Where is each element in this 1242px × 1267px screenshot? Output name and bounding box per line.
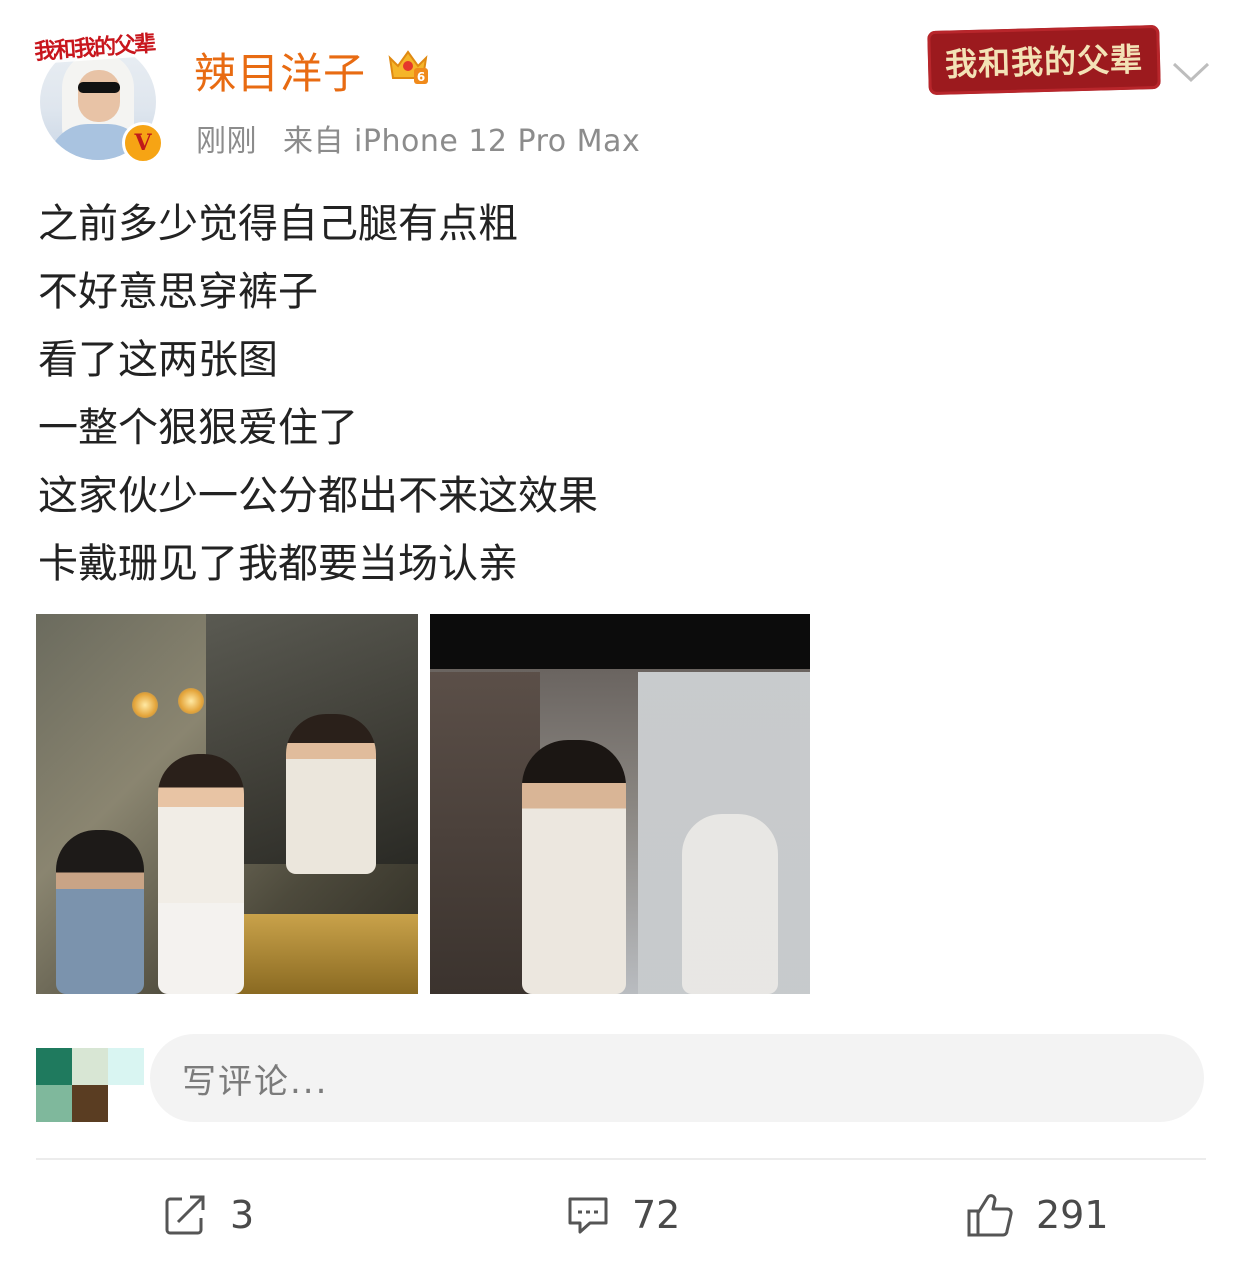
current-user-avatar <box>36 1048 146 1122</box>
verified-badge: V <box>122 122 164 164</box>
author-name[interactable]: 辣目洋子 <box>194 40 366 101</box>
post-text-line: 一整个狠狠爱住了 <box>38 405 358 451</box>
post-text-line: 看了这两张图 <box>38 337 278 383</box>
crown-icon[interactable]: 6 <box>386 44 430 88</box>
avatar-banner-text: 我和我的父辈 <box>29 25 159 65</box>
divider <box>36 1158 1206 1160</box>
post-text: 之前多少觉得自己腿有点粗 不好意思穿裤子 看了这两张图 一整个狠狠爱住了 这家伙… <box>38 190 1188 598</box>
post-text-line: 不好意思穿裤子 <box>38 269 318 315</box>
chevron-down-icon[interactable] <box>1168 56 1214 86</box>
weibo-post-card: 我和我的父辈 V 辣目洋子 6 刚刚 来自 iPhone 12 Pro Max 我… <box>0 0 1242 1267</box>
post-time: 刚刚 <box>196 124 257 159</box>
comment-icon <box>568 1197 608 1234</box>
campaign-banner[interactable]: 我和我的父辈 <box>927 24 1161 96</box>
post-image-2[interactable] <box>430 614 810 994</box>
post-source: 来自 iPhone 12 Pro Max <box>283 124 641 159</box>
post-text-line: 这家伙少一公分都出不来这效果 <box>38 473 598 519</box>
comment-button[interactable]: 72 <box>564 1188 680 1242</box>
share-icon <box>165 1195 205 1235</box>
like-button[interactable]: 291 <box>964 1188 1109 1242</box>
crown-level: 6 <box>417 70 425 84</box>
repost-button[interactable]: 3 <box>160 1188 254 1242</box>
comment-count: 72 <box>632 1193 681 1237</box>
post-text-line: 之前多少觉得自己腿有点粗 <box>38 201 518 247</box>
author-avatar[interactable]: 我和我的父辈 V <box>29 25 170 164</box>
post-meta: 刚刚 来自 iPhone 12 Pro Max <box>196 116 640 160</box>
comment-input[interactable]: 写评论... <box>150 1034 1204 1122</box>
repost-count: 3 <box>230 1193 255 1237</box>
thumbs-up-icon <box>967 1194 1013 1237</box>
post-text-line: 卡戴珊见了我都要当场认亲 <box>38 541 518 587</box>
like-count: 291 <box>1036 1193 1109 1237</box>
post-image-1[interactable] <box>36 614 418 994</box>
